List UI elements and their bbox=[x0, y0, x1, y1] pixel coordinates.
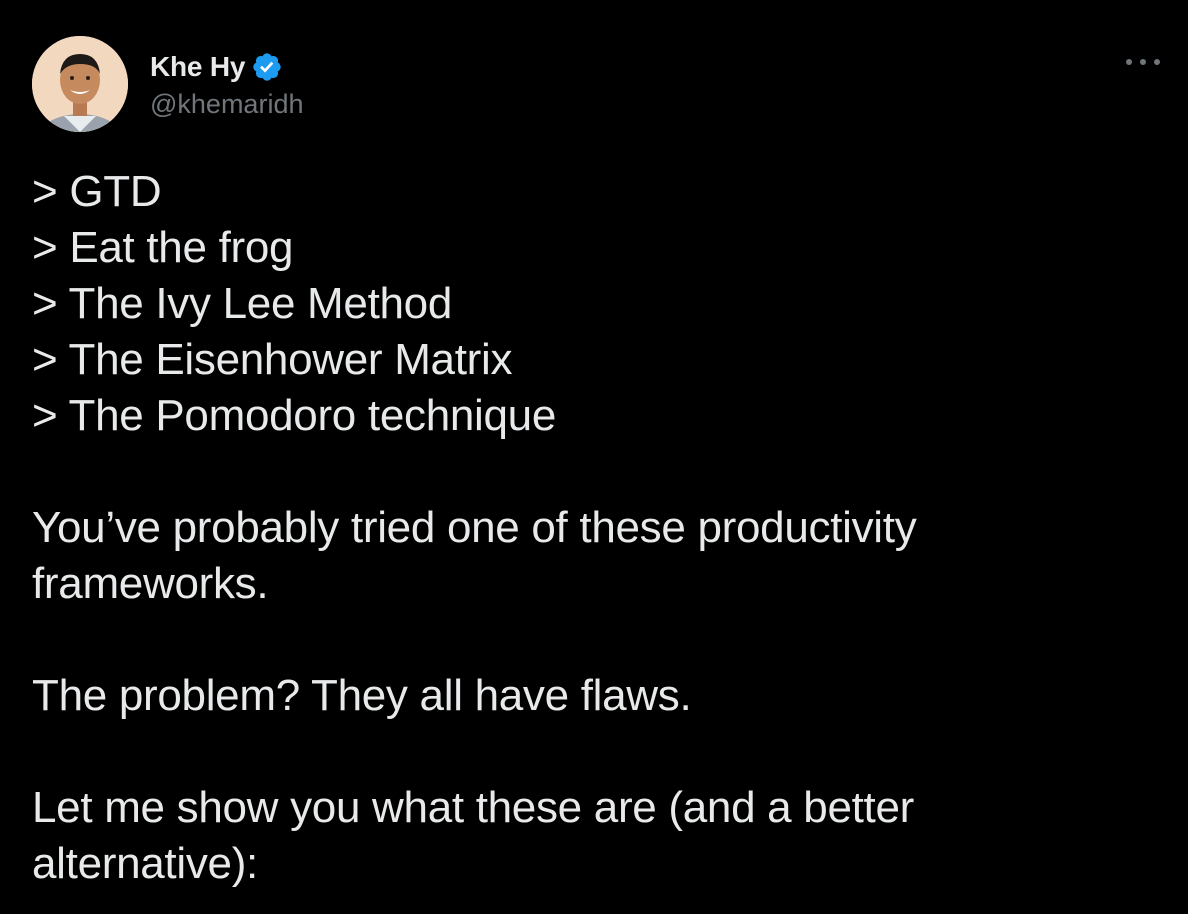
list-item: > Eat the frog bbox=[32, 223, 294, 272]
avatar[interactable] bbox=[32, 36, 128, 132]
list-item: > The Pomodoro technique bbox=[32, 391, 557, 440]
paragraph-1-line-1: You’ve probably tried one of these produ… bbox=[32, 503, 917, 552]
tweet-text: > GTD > Eat the frog > The Ivy Lee Metho… bbox=[32, 164, 1152, 892]
more-dot bbox=[1154, 59, 1160, 65]
verified-badge-icon[interactable] bbox=[251, 51, 283, 83]
tweet-card: Khe Hy @khemaridh > GTD > Eat the frog >… bbox=[0, 0, 1188, 914]
paragraph-1-line-2: frameworks. bbox=[32, 559, 269, 608]
list-item: > The Ivy Lee Method bbox=[32, 279, 453, 328]
avatar-image bbox=[32, 36, 128, 132]
paragraph-2: The problem? They all have flaws. bbox=[32, 671, 692, 720]
tweet-header: Khe Hy @khemaridh bbox=[32, 36, 303, 132]
name-row: Khe Hy bbox=[150, 49, 303, 85]
more-options-icon[interactable] bbox=[1126, 50, 1160, 74]
paragraph-3-line-2: alternative): bbox=[32, 839, 258, 888]
author-display-name[interactable]: Khe Hy bbox=[150, 51, 245, 83]
author-block: Khe Hy @khemaridh bbox=[150, 49, 303, 120]
author-handle[interactable]: @khemaridh bbox=[150, 89, 303, 120]
more-dot bbox=[1140, 59, 1146, 65]
more-dot bbox=[1126, 59, 1132, 65]
paragraph-3-line-1: Let me show you what these are (and a be… bbox=[32, 783, 914, 832]
list-item: > GTD bbox=[32, 167, 162, 216]
list-item: > The Eisenhower Matrix bbox=[32, 335, 513, 384]
